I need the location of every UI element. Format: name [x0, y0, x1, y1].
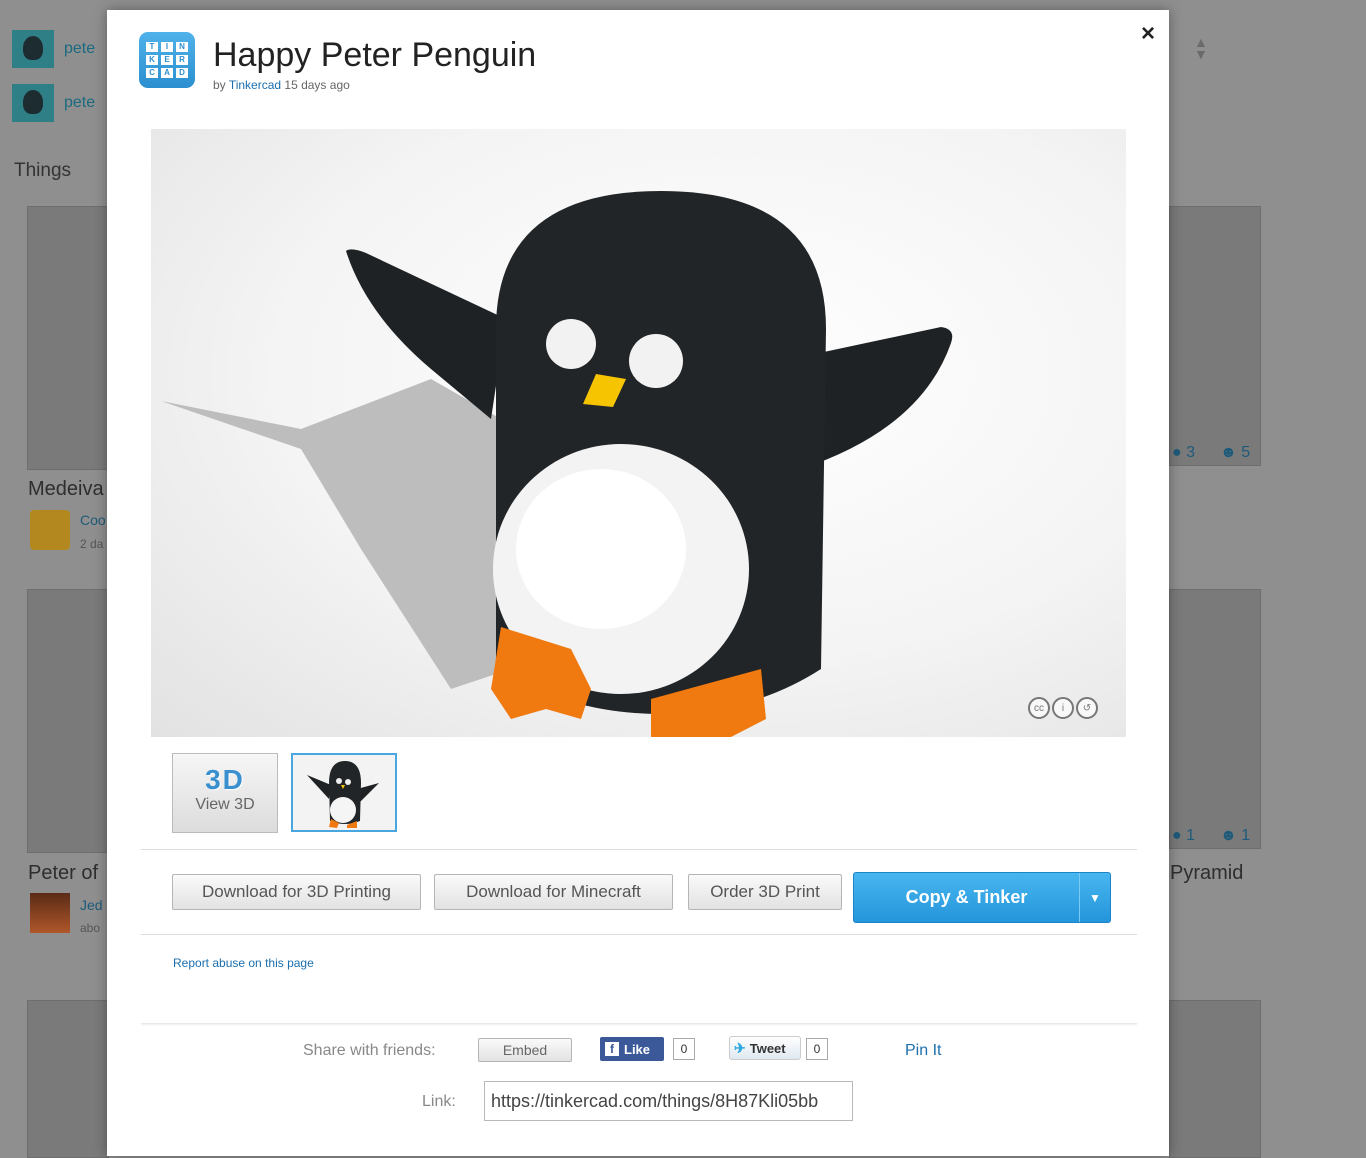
- logo-letter: I: [161, 42, 173, 52]
- time: abo: [80, 921, 101, 935]
- twitter-bird-icon: ✈: [734, 1039, 746, 1056]
- divider: [141, 849, 1137, 850]
- sort-arrows-icon[interactable]: ▲ ▼: [1194, 35, 1208, 61]
- bg-user-name: pete: [64, 94, 96, 111]
- tweet-count: 0: [806, 1038, 828, 1060]
- author-avatar: [30, 893, 70, 933]
- license-badge[interactable]: cc i ↺: [1028, 697, 1098, 719]
- avatar: [12, 84, 54, 122]
- image-thumbnail[interactable]: [291, 753, 397, 832]
- thing-modal: × T I N K E R C A D Happy Peter Penguin …: [107, 10, 1169, 1156]
- logo-letter: A: [161, 68, 173, 78]
- time-ago: 15 days ago: [284, 78, 350, 92]
- model-preview[interactable]: cc i ↺: [151, 129, 1126, 737]
- author-link[interactable]: Tinkercad: [229, 78, 281, 92]
- tweet-label: Tweet: [749, 1040, 786, 1056]
- like-label: Like: [624, 1041, 651, 1057]
- logo-letter: R: [176, 55, 188, 65]
- like-count: 0: [673, 1038, 695, 1060]
- section-heading: Things: [14, 160, 72, 181]
- thing-card: [1169, 206, 1261, 466]
- divider: [141, 934, 1137, 935]
- share-label: Share with friends:: [303, 1042, 436, 1059]
- bg-user-row: pete: [12, 30, 95, 68]
- view-3d-button[interactable]: 3D View 3D: [172, 753, 278, 833]
- download-minecraft-button[interactable]: Download for Minecraft: [434, 874, 673, 910]
- view-3d-icon: 3D: [205, 764, 245, 795]
- like-count: ☻ 5: [1220, 444, 1251, 461]
- copy-tinker-label[interactable]: Copy & Tinker: [854, 873, 1079, 922]
- logo-letter: E: [161, 55, 173, 65]
- pin-it-link[interactable]: Pin It: [905, 1042, 941, 1060]
- share-link-input[interactable]: [484, 1081, 853, 1121]
- comment-count: ● 1: [1172, 827, 1196, 844]
- tinkercad-logo-icon: T I N K E R C A D: [139, 32, 195, 88]
- time: 2 da: [80, 537, 104, 551]
- thing-card: [1169, 1000, 1261, 1158]
- avatar: [12, 30, 54, 68]
- link-label: Link:: [422, 1093, 456, 1110]
- logo-letter: D: [176, 68, 188, 78]
- author-avatar: [30, 510, 70, 550]
- sharealike-icon: ↺: [1076, 697, 1098, 719]
- count: 1: [1186, 827, 1196, 844]
- copy-tinker-button[interactable]: Copy & Tinker ▼: [853, 872, 1111, 923]
- facebook-like-button[interactable]: f Like: [600, 1037, 664, 1061]
- embed-button[interactable]: Embed: [478, 1038, 572, 1062]
- logo-letter: K: [146, 55, 158, 65]
- penguin-render: [161, 191, 953, 737]
- author-name: Coo: [80, 512, 106, 528]
- logo-letter: C: [146, 68, 158, 78]
- download-3d-printing-button[interactable]: Download for 3D Printing: [172, 874, 421, 910]
- logo-letter: N: [176, 42, 188, 52]
- report-abuse-link[interactable]: Report abuse on this page: [173, 956, 314, 970]
- thing-card: [27, 589, 109, 853]
- cc-icon: cc: [1028, 697, 1050, 719]
- comment-count: ● 3: [1172, 444, 1196, 461]
- thing-caption: Medeiva: [28, 478, 104, 500]
- facebook-icon: f: [605, 1042, 619, 1056]
- count: 3: [1186, 444, 1196, 461]
- byline: by Tinkercad 15 days ago: [213, 78, 350, 92]
- byline-prefix: by: [213, 78, 226, 92]
- penguin-thumbnail: [307, 761, 379, 828]
- tweet-button[interactable]: ✈ Tweet: [729, 1036, 801, 1060]
- view-3d-label: View 3D: [195, 796, 255, 813]
- thing-title: Happy Peter Penguin: [213, 36, 537, 74]
- author-name: Jed: [80, 897, 103, 913]
- thing-caption: Peter of: [28, 862, 99, 884]
- chevron-down-icon[interactable]: ▼: [1079, 873, 1110, 922]
- close-button[interactable]: ×: [1141, 20, 1155, 48]
- thing-card: [1169, 589, 1261, 849]
- attribution-icon: i: [1052, 697, 1074, 719]
- like-count: ☻ 1: [1220, 827, 1251, 844]
- count: 5: [1241, 444, 1251, 461]
- bg-user-name: pete: [64, 40, 96, 57]
- thing-caption: Pyramid: [1170, 862, 1244, 884]
- left-eye: [546, 319, 596, 369]
- thing-card: [27, 206, 109, 470]
- order-3d-print-button[interactable]: Order 3D Print: [688, 874, 842, 910]
- logo-letter: T: [146, 42, 158, 52]
- bg-user-row: pete: [12, 84, 95, 122]
- thing-card: [27, 1000, 109, 1158]
- count: 1: [1241, 827, 1251, 844]
- panel-bottom-edge: [141, 1023, 1137, 1026]
- right-eye: [629, 334, 683, 388]
